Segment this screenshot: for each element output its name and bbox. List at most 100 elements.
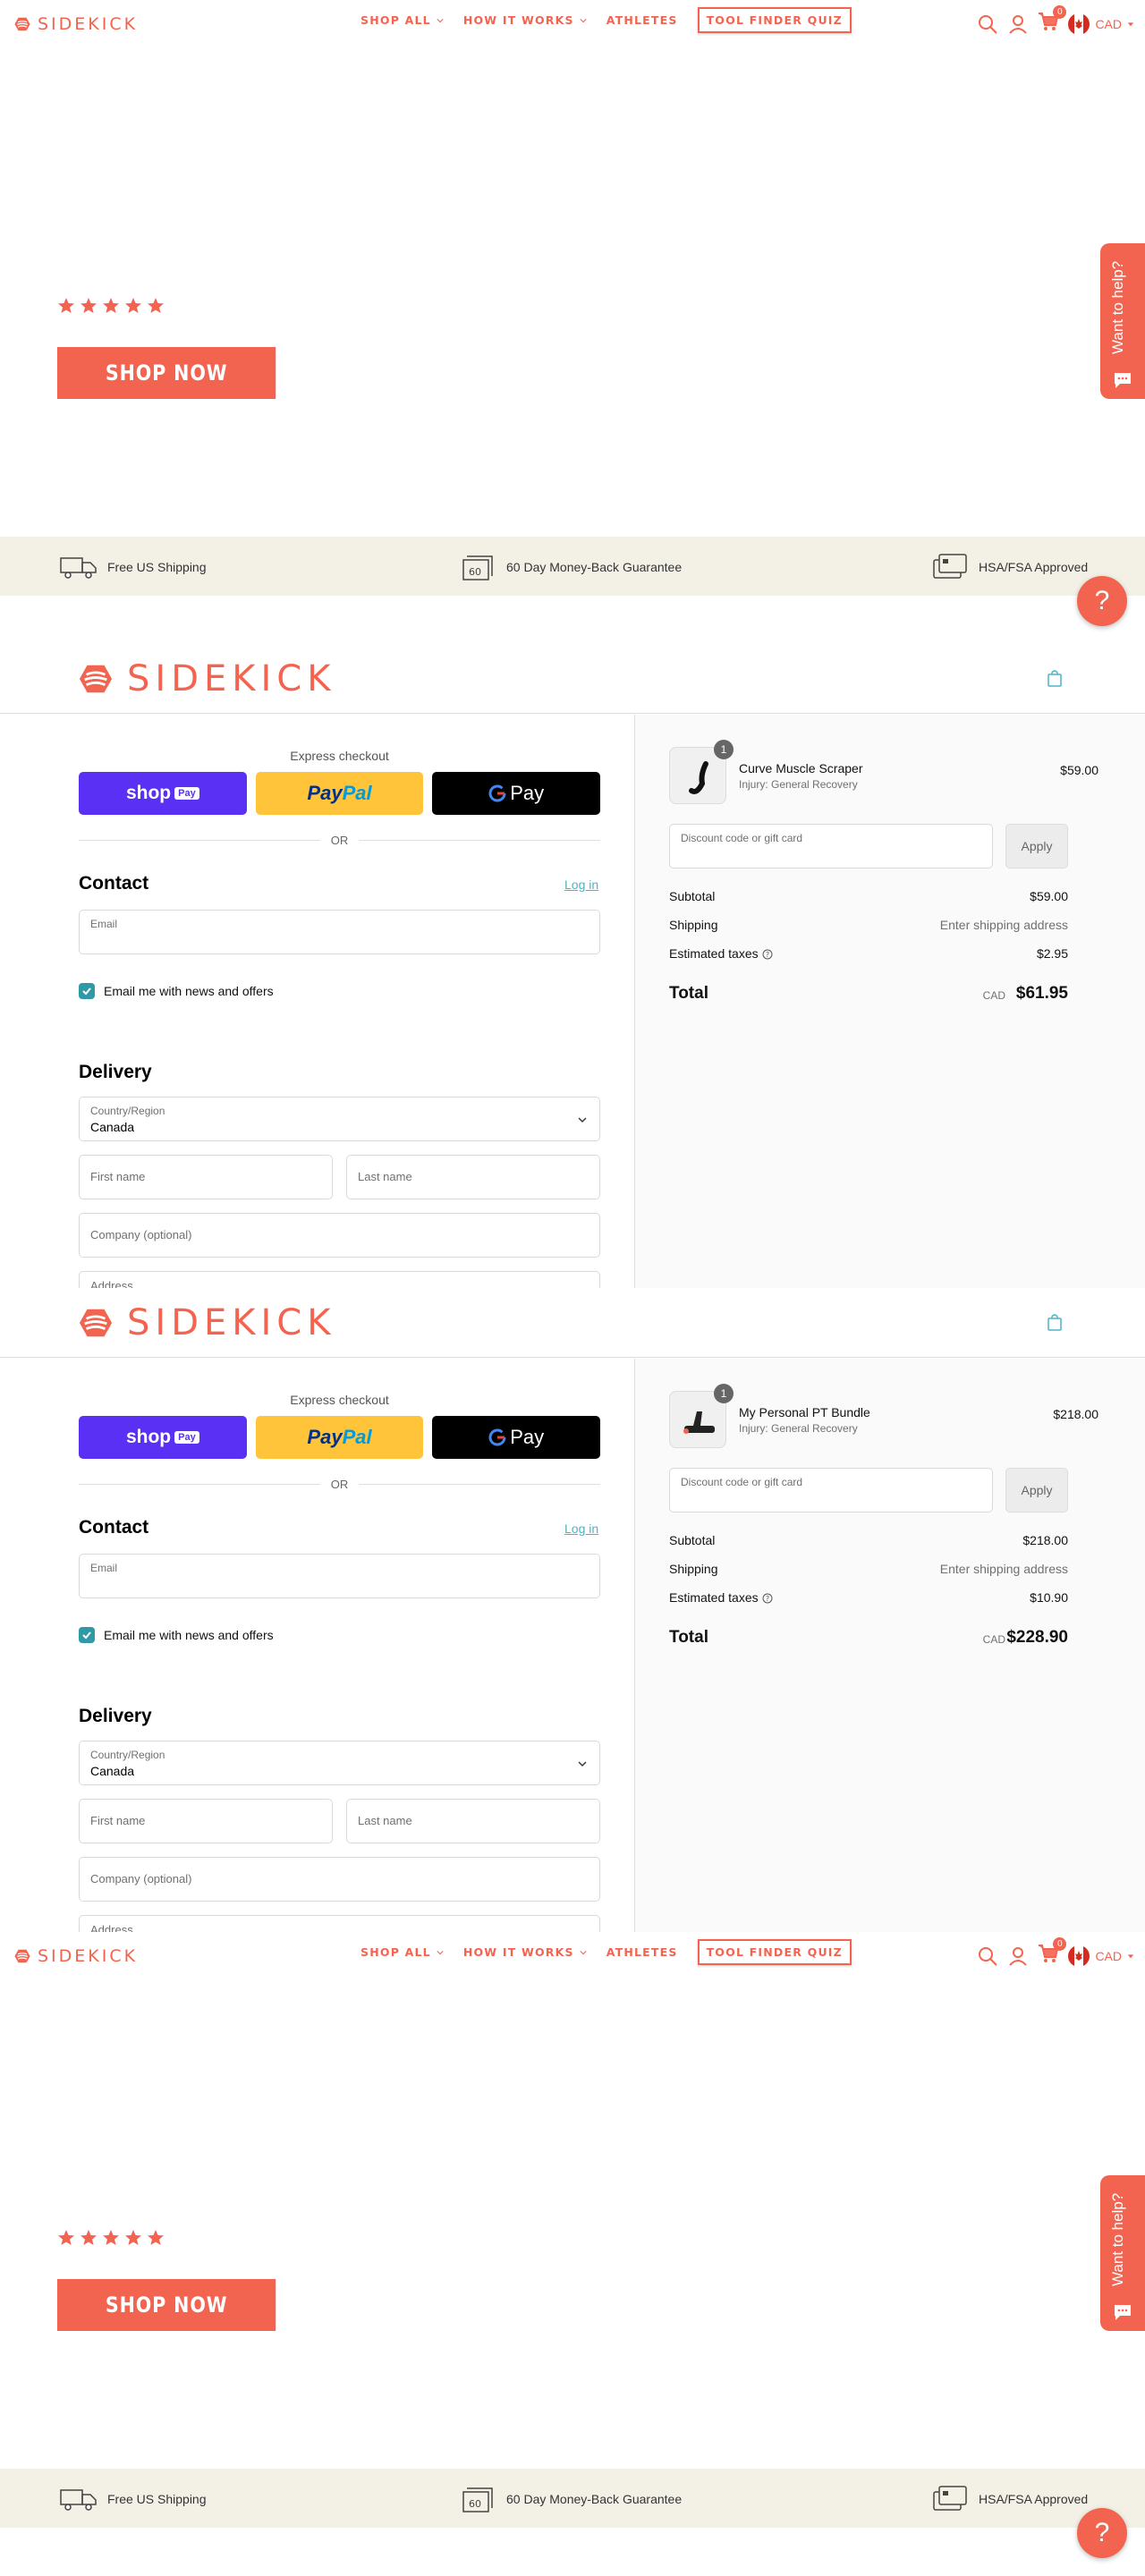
item-variant: Injury: General Recovery [739,778,858,791]
last-name-field[interactable]: Last name [346,1799,600,1843]
contact-title: Contact [79,1517,149,1538]
nav-how-it-works[interactable]: HOW IT WORKS [463,13,587,27]
cart-count-badge: 0 [1053,5,1067,19]
nav-tool-finder-quiz[interactable]: TOOL FINDER QUIZ [697,7,852,33]
bag-icon[interactable] [1047,1313,1063,1331]
login-link[interactable]: Log in [564,877,598,892]
currency-selector[interactable]: CAD [1068,13,1134,35]
sidekick-logo-icon [79,1307,113,1339]
chat-icon [1115,373,1131,388]
help-tab[interactable]: Want to help? [1100,2175,1145,2331]
address-field[interactable]: Address [79,1271,600,1288]
news-checkbox[interactable] [79,1627,95,1643]
nav-shop-all[interactable]: SHOP ALL [360,1945,444,1959]
email-field[interactable]: Email [79,910,600,954]
checkout-header: SIDEKICK [0,1288,1145,1358]
checkout-logo[interactable]: SIDEKICK [79,658,335,699]
apply-button[interactable]: Apply [1005,824,1068,869]
last-name-field[interactable]: Last name [346,1155,600,1199]
sidekick-logo-icon [14,1948,30,1964]
country-select[interactable]: Country/Region Canada [79,1097,600,1141]
item-price: $59.00 [1060,763,1098,777]
benefit-label: Free US Shipping [107,2492,207,2506]
order-summary: 1 My Personal PT Bundle Injury: General … [634,1359,1145,1932]
shop-pay-button[interactable]: shop Pay [79,1416,247,1459]
company-field[interactable]: Company (optional) [79,1857,600,1902]
chevron-down-icon [580,1949,587,1956]
express-checkout-title: Express checkout [290,749,389,763]
shop-now-button[interactable]: SHOP NOW [57,347,276,399]
truck-icon [60,557,97,579]
logo-text: SIDEKICK [38,14,139,34]
nav-shop-all[interactable]: SHOP ALL [360,13,444,27]
company-field[interactable]: Company (optional) [79,1213,600,1258]
shop-now-button[interactable]: SHOP NOW [57,2279,276,2331]
info-icon[interactable]: ? [762,949,773,960]
first-name-field[interactable]: First name [79,1155,333,1199]
email-field[interactable]: Email [79,1554,600,1598]
faq-button[interactable]: ? [1077,2508,1127,2558]
nav-tool-finder-quiz[interactable]: TOOL FINDER QUIZ [697,1939,852,1965]
canada-flag-icon [1068,13,1090,35]
news-checkbox-row[interactable]: Email me with news and offers [79,1627,274,1643]
country-select[interactable]: Country/Region Canada [79,1741,600,1785]
delivery-title: Delivery [79,1706,152,1726]
news-checkbox[interactable] [79,983,95,999]
help-tab[interactable]: Want to help? [1100,243,1145,399]
chevron-down-icon [580,17,587,24]
checkout-logo[interactable]: SIDEKICK [79,1302,335,1343]
news-checkbox-label: Email me with news and offers [104,984,274,998]
discount-input[interactable]: Discount code or gift card [669,1468,993,1513]
nav-athletes[interactable]: ATHLETES [606,13,678,27]
star-icon [124,2229,142,2247]
svg-text:?: ? [765,951,768,959]
account-icon[interactable] [1007,13,1029,35]
discount-input[interactable]: Discount code or gift card [669,824,993,869]
chevron-down-icon [578,1759,587,1768]
svg-text:60: 60 [469,566,481,578]
caret-down-icon [1127,21,1134,26]
header-icons: 0 CAD [977,5,1134,37]
search-icon[interactable] [977,13,998,35]
store-logo[interactable]: SIDEKICK [14,14,138,34]
bag-icon[interactable] [1047,669,1063,687]
nav-athletes[interactable]: ATHLETES [606,1945,678,1959]
star-icon [57,2229,75,2247]
cart-button[interactable]: 0 [1038,5,1067,37]
benefit-hsa: HSA/FSA Approved [930,551,1088,583]
help-tab-label: Want to help? [1109,2192,1126,2286]
shop-pay-button[interactable]: shop Pay [79,772,247,815]
login-link[interactable]: Log in [564,1521,598,1536]
benefits-bar: Free US Shipping 60 60 Day Money-Back Gu… [0,2469,1145,2528]
address-field[interactable]: Address [79,1915,600,1932]
store-logo[interactable]: SIDEKICK [14,1946,138,1966]
first-name-field[interactable]: First name [79,1799,333,1843]
account-icon[interactable] [1007,1945,1029,1967]
store-header: SIDEKICK SHOP ALL HOW IT WORKS ATHLETES … [0,1932,1145,1979]
or-divider: OR [79,1478,600,1491]
paypal-button[interactable]: Pay Pal [255,772,424,815]
google-g-icon [488,784,506,802]
checkout-panel: SIDEKICK Express checkout shop Pay Pay Pal… [0,644,1145,1288]
star-icon [80,297,98,315]
search-icon[interactable] [977,1945,998,1967]
guarantee-icon: 60 [462,2487,493,2512]
google-pay-button[interactable]: Pay [432,1416,601,1459]
rating-stars [57,2229,165,2247]
canada-flag-icon [1068,1945,1090,1967]
currency-selector[interactable]: CAD [1068,1945,1134,1967]
header-icons: 0 CAD [977,1937,1134,1969]
express-buttons: shop Pay Pay Pal Pay [79,1416,601,1459]
cart-button[interactable]: 0 [1038,1937,1067,1969]
currency-code: CAD [1095,16,1122,31]
apply-button[interactable]: Apply [1005,1468,1068,1513]
nav-how-it-works[interactable]: HOW IT WORKS [463,1945,587,1959]
info-icon[interactable]: ? [762,1593,773,1604]
benefit-label: HSA/FSA Approved [979,560,1089,574]
paypal-button[interactable]: Pay Pal [255,1416,424,1459]
google-pay-button[interactable]: Pay [432,772,601,815]
hero: SHOP NOW [0,47,1145,537]
express-checkout-title: Express checkout [290,1393,389,1407]
faq-button[interactable]: ? [1077,576,1127,626]
news-checkbox-row[interactable]: Email me with news and offers [79,983,274,999]
